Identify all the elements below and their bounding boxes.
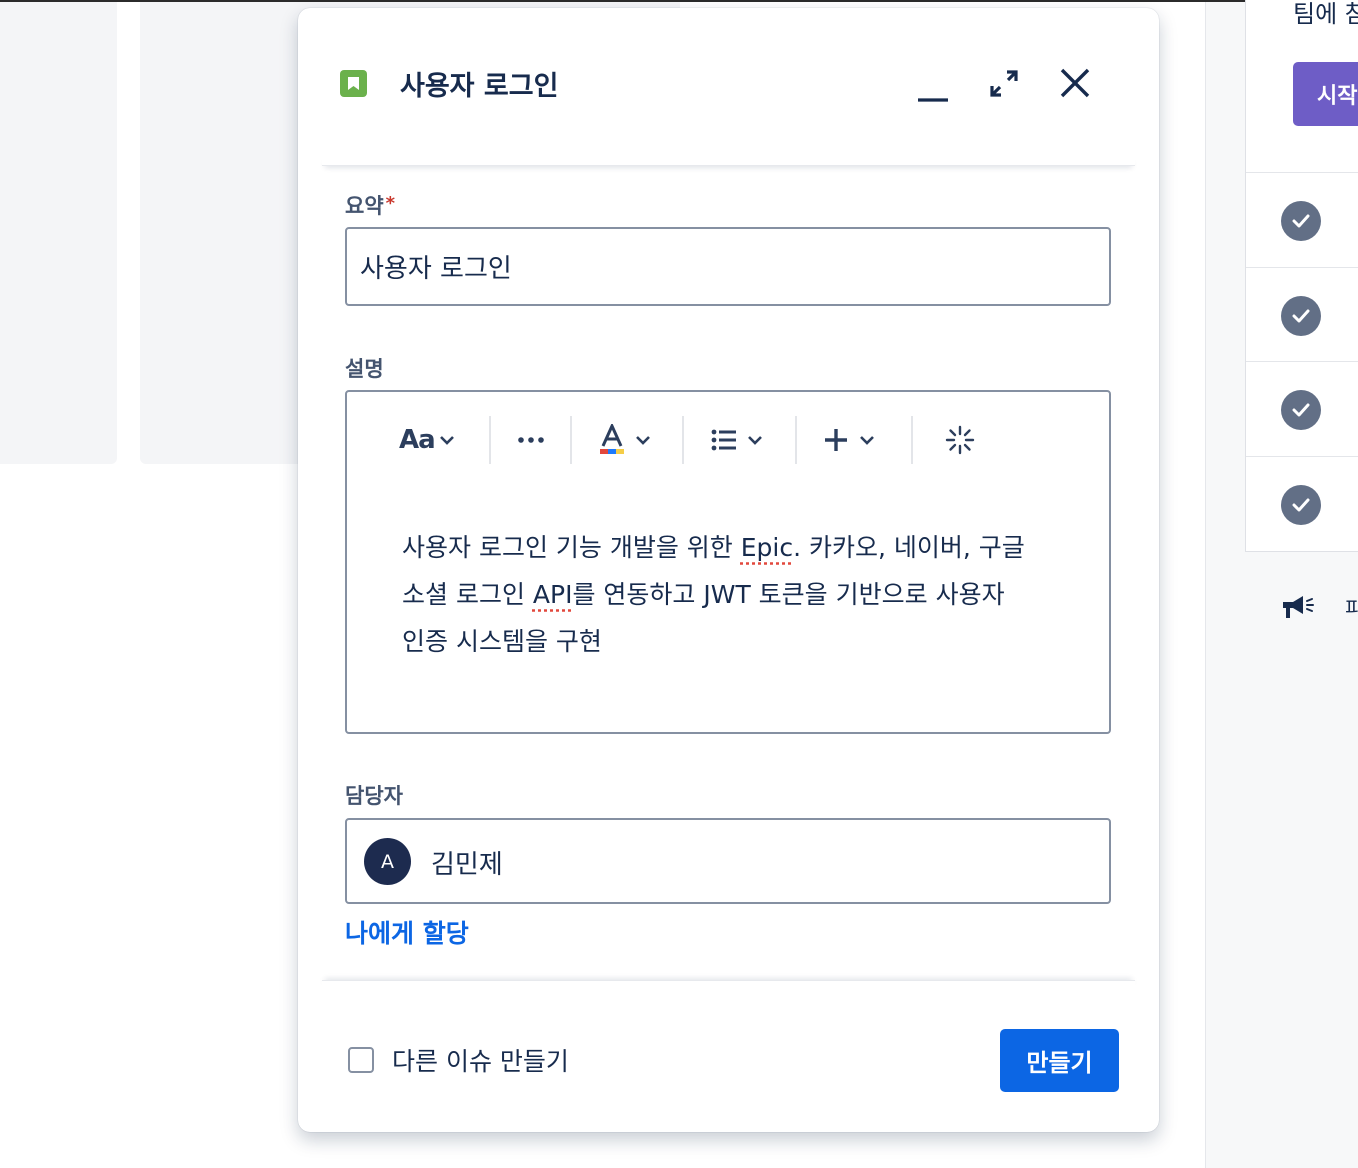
- minimize-icon: [918, 98, 948, 102]
- text-color-button[interactable]: [599, 412, 651, 468]
- description-text[interactable]: 사용자 로그인 기능 개발을 위한 Epic. 카카오, 네이버, 구글 소셜 …: [402, 524, 1062, 665]
- header-divider: [322, 156, 1135, 166]
- assignee-name: 김민제: [431, 850, 503, 880]
- description-line: 사용자 로그인 기능 개발을 위한 Epic. 카카오, 네이버, 구글: [402, 524, 1062, 571]
- insert-button[interactable]: [823, 412, 875, 468]
- description-line: 인증 시스템을 구현: [402, 627, 602, 656]
- megaphone-icon[interactable]: [1281, 592, 1317, 622]
- summary-input[interactable]: 사용자 로그인: [345, 227, 1111, 306]
- footer-divider: [322, 980, 1135, 990]
- checklist-row[interactable]: [1246, 456, 1358, 551]
- create-button[interactable]: 만들기: [1000, 1029, 1119, 1092]
- spellcheck-word: Epic: [740, 533, 794, 562]
- chevron-down-icon: [636, 436, 650, 445]
- editor-toolbar: Aa: [347, 412, 1109, 468]
- announce-text: 피: [1345, 596, 1358, 620]
- expand-icon: [990, 70, 1018, 97]
- description-line: 소셜 로그인 API를 연동하고 JWT 토큰을 기반으로 사용자: [402, 571, 1062, 618]
- text-run: 를 연동하고 JWT 토큰을 기반으로 사용자: [572, 580, 1005, 609]
- toolbar-separator: [489, 416, 491, 464]
- modal-header: 사용자 로그인: [298, 8, 1159, 158]
- background-card: [0, 2, 117, 464]
- text-run: 소셜 로그인: [402, 580, 533, 609]
- chevron-down-icon: [748, 436, 762, 445]
- create-issue-modal: 사용자 로그인 요약 * 사용자 로그인 설명 Aa 사용자 로그인 기능 개발…: [298, 8, 1159, 1132]
- story-icon: [340, 70, 367, 97]
- checklist-row[interactable]: [1246, 361, 1358, 456]
- screen: 팀에 참 시작 피 사용자 로그인 요약 * 사용자 로그인 설명 Aa 사용자…: [0, 0, 1358, 1168]
- create-another-label[interactable]: 다른 이슈 만들기: [392, 1042, 569, 1078]
- minimize-button[interactable]: [910, 69, 956, 115]
- bullet-list-icon: [711, 429, 736, 451]
- more-formatting-button[interactable]: [517, 412, 545, 468]
- create-another-checkbox[interactable]: [348, 1047, 374, 1073]
- required-mark: *: [385, 193, 396, 214]
- ai-button[interactable]: [945, 412, 975, 468]
- check-circle-icon: [1281, 296, 1321, 336]
- summary-label: 요약 *: [345, 190, 395, 220]
- start-button[interactable]: 시작: [1293, 62, 1358, 126]
- description-label: 설명: [345, 357, 384, 381]
- close-icon: [1060, 68, 1090, 98]
- close-button[interactable]: [1052, 60, 1098, 106]
- more-icon: [518, 437, 544, 443]
- summary-value: 사용자 로그인: [360, 254, 512, 284]
- checklist-row[interactable]: [1246, 172, 1358, 267]
- description-editor[interactable]: Aa 사용자 로그인 기능 개발을 위한 Epic. 카카오, 네이버, 구글 …: [345, 390, 1111, 734]
- toolbar-separator: [570, 416, 572, 464]
- right-panel-title: 팀에 참: [1293, 0, 1358, 28]
- assignee-select[interactable]: A 김민제: [345, 818, 1111, 904]
- plus-icon: [825, 429, 847, 451]
- assignee-label: 담당자: [345, 784, 403, 808]
- avatar: A: [364, 838, 411, 885]
- toolbar-separator: [682, 416, 684, 464]
- toolbar-separator: [795, 416, 797, 464]
- text-run: 사용자 로그인 기능 개발을 위한: [402, 533, 741, 562]
- modal-title: 사용자 로그인: [400, 71, 559, 102]
- check-circle-icon: [1281, 201, 1321, 241]
- toolbar-separator: [911, 416, 913, 464]
- checklist-row[interactable]: [1246, 267, 1358, 362]
- check-circle-icon: [1281, 485, 1321, 525]
- text-color-icon: [600, 424, 624, 454]
- check-circle-icon: [1281, 390, 1321, 430]
- assign-to-me-link[interactable]: 나에게 할당: [345, 914, 469, 950]
- chevron-down-icon: [439, 436, 454, 445]
- text-style-button[interactable]: Aa: [399, 412, 455, 468]
- ai-sparkle-icon: [945, 425, 975, 455]
- text-run: . 카카오, 네이버, 구글: [793, 533, 1025, 562]
- chevron-down-icon: [860, 436, 874, 445]
- summary-label-text: 요약: [345, 194, 384, 218]
- list-button[interactable]: [711, 412, 763, 468]
- expand-button[interactable]: [981, 60, 1027, 106]
- spellcheck-word: API: [532, 580, 573, 609]
- text-style-label: Aa: [399, 425, 436, 455]
